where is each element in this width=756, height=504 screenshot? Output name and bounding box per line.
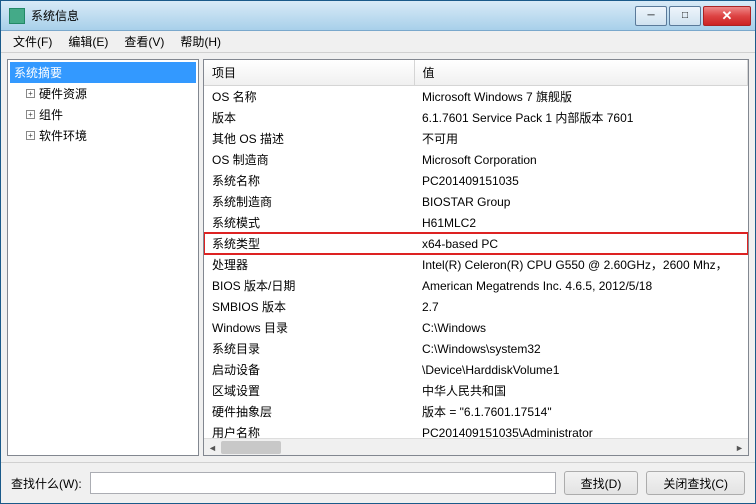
table-row[interactable]: OS 名称Microsoft Windows 7 旗舰版	[204, 86, 748, 108]
cell-value: \Device\HarddiskVolume1	[414, 359, 748, 380]
app-icon	[9, 8, 25, 24]
cell-item: 用户名称	[204, 422, 414, 438]
cell-item: 其他 OS 描述	[204, 128, 414, 149]
tree-root-system-summary[interactable]: 系统摘要	[10, 62, 196, 83]
cell-value: Microsoft Corporation	[414, 149, 748, 170]
tree-item-label: 软件环境	[39, 127, 87, 144]
table-row[interactable]: BIOS 版本/日期American Megatrends Inc. 4.6.5…	[204, 275, 748, 296]
expand-icon[interactable]: +	[26, 131, 35, 140]
table-row[interactable]: 用户名称PC201409151035\Administrator	[204, 422, 748, 438]
cell-item: OS 制造商	[204, 149, 414, 170]
menubar: 文件(F) 编辑(E) 查看(V) 帮助(H)	[1, 31, 755, 53]
table-row[interactable]: 系统类型x64-based PC	[204, 233, 748, 254]
category-tree-panel: 系统摘要 + 硬件资源 + 组件 + 软件环境	[7, 59, 199, 456]
cell-item: OS 名称	[204, 86, 414, 108]
cell-item: 系统制造商	[204, 191, 414, 212]
menu-help[interactable]: 帮助(H)	[172, 31, 229, 52]
cell-item: 区域设置	[204, 380, 414, 401]
table-row[interactable]: 启动设备\Device\HarddiskVolume1	[204, 359, 748, 380]
horizontal-scrollbar[interactable]: ◄ ►	[204, 438, 748, 455]
category-tree: 系统摘要 + 硬件资源 + 组件 + 软件环境	[8, 60, 198, 148]
expand-icon[interactable]: +	[26, 89, 35, 98]
find-button[interactable]: 查找(D)	[564, 471, 639, 495]
tree-item-software-env[interactable]: + 软件环境	[10, 125, 196, 146]
tree-item-components[interactable]: + 组件	[10, 104, 196, 125]
cell-value: Microsoft Windows 7 旗舰版	[414, 86, 748, 108]
table-row[interactable]: 系统名称PC201409151035	[204, 170, 748, 191]
system-info-window: 系统信息 ─ □ ✕ 文件(F) 编辑(E) 查看(V) 帮助(H) 系统摘要 …	[0, 0, 756, 504]
window-control-buttons: ─ □ ✕	[633, 6, 751, 26]
cell-item: Windows 目录	[204, 317, 414, 338]
cell-value: 2.7	[414, 296, 748, 317]
cell-value: C:\Windows	[414, 317, 748, 338]
maximize-button[interactable]: □	[669, 6, 701, 26]
menu-view[interactable]: 查看(V)	[116, 31, 172, 52]
table-row[interactable]: 处理器Intel(R) Celeron(R) CPU G550 @ 2.60GH…	[204, 254, 748, 275]
expand-icon[interactable]: +	[26, 110, 35, 119]
cell-item: 系统模式	[204, 212, 414, 233]
close-button[interactable]: ✕	[703, 6, 751, 26]
find-bar: 查找什么(W): 查找(D) 关闭查找(C)	[1, 462, 755, 503]
cell-value: PC201409151035	[414, 170, 748, 191]
cell-value: x64-based PC	[414, 233, 748, 254]
cell-value: American Megatrends Inc. 4.6.5, 2012/5/1…	[414, 275, 748, 296]
table-row[interactable]: 区域设置中华人民共和国	[204, 380, 748, 401]
table-row[interactable]: SMBIOS 版本2.7	[204, 296, 748, 317]
cell-value: 不可用	[414, 128, 748, 149]
table-row[interactable]: 硬件抽象层版本 = "6.1.7601.17514"	[204, 401, 748, 422]
tree-item-label: 硬件资源	[39, 85, 87, 102]
content-area: 系统摘要 + 硬件资源 + 组件 + 软件环境	[1, 53, 755, 462]
minimize-button[interactable]: ─	[635, 6, 667, 26]
table-row[interactable]: 系统制造商BIOSTAR Group	[204, 191, 748, 212]
column-header-value[interactable]: 值	[414, 60, 748, 86]
find-label: 查找什么(W):	[11, 475, 82, 492]
cell-value: Intel(R) Celeron(R) CPU G550 @ 2.60GHz，2…	[414, 254, 748, 275]
scroll-left-icon[interactable]: ◄	[204, 439, 221, 456]
table-row[interactable]: 其他 OS 描述不可用	[204, 128, 748, 149]
tree-item-label: 系统摘要	[14, 64, 62, 81]
table-row[interactable]: 系统模式H61MLC2	[204, 212, 748, 233]
titlebar[interactable]: 系统信息 ─ □ ✕	[1, 1, 755, 31]
cell-item: 系统名称	[204, 170, 414, 191]
details-table: 项目 值 OS 名称Microsoft Windows 7 旗舰版版本6.1.7…	[204, 60, 748, 438]
cell-item: 系统目录	[204, 338, 414, 359]
cell-value: 中华人民共和国	[414, 380, 748, 401]
table-row[interactable]: OS 制造商Microsoft Corporation	[204, 149, 748, 170]
table-row[interactable]: 系统目录C:\Windows\system32	[204, 338, 748, 359]
close-find-button[interactable]: 关闭查找(C)	[646, 471, 745, 495]
details-panel: 项目 值 OS 名称Microsoft Windows 7 旗舰版版本6.1.7…	[203, 59, 749, 456]
tree-item-hardware[interactable]: + 硬件资源	[10, 83, 196, 104]
column-header-item[interactable]: 项目	[204, 60, 414, 86]
cell-item: SMBIOS 版本	[204, 296, 414, 317]
cell-value: 版本 = "6.1.7601.17514"	[414, 401, 748, 422]
cell-item: 启动设备	[204, 359, 414, 380]
scroll-right-icon[interactable]: ►	[731, 439, 748, 456]
tree-item-label: 组件	[39, 106, 63, 123]
table-row[interactable]: Windows 目录C:\Windows	[204, 317, 748, 338]
cell-item: BIOS 版本/日期	[204, 275, 414, 296]
cell-value: PC201409151035\Administrator	[414, 422, 748, 438]
window-title: 系统信息	[31, 7, 633, 24]
menu-edit[interactable]: 编辑(E)	[60, 31, 116, 52]
cell-item: 系统类型	[204, 233, 414, 254]
cell-item: 硬件抽象层	[204, 401, 414, 422]
cell-value: C:\Windows\system32	[414, 338, 748, 359]
cell-item: 版本	[204, 107, 414, 128]
cell-item: 处理器	[204, 254, 414, 275]
menu-file[interactable]: 文件(F)	[5, 31, 60, 52]
table-row[interactable]: 版本6.1.7601 Service Pack 1 内部版本 7601	[204, 107, 748, 128]
cell-value: 6.1.7601 Service Pack 1 内部版本 7601	[414, 107, 748, 128]
cell-value: BIOSTAR Group	[414, 191, 748, 212]
find-input[interactable]	[90, 472, 556, 494]
details-table-wrap[interactable]: 项目 值 OS 名称Microsoft Windows 7 旗舰版版本6.1.7…	[204, 60, 748, 438]
cell-value: H61MLC2	[414, 212, 748, 233]
